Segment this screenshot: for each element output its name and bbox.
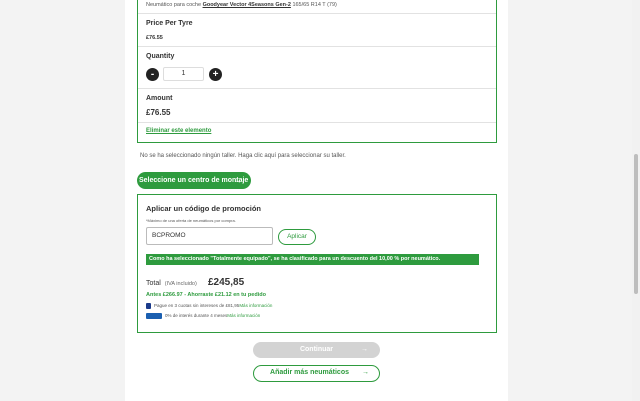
total-label: Total (IVA incluido) xyxy=(146,280,197,287)
arrow-right-icon: → xyxy=(361,346,368,353)
tyre-description: Neumático para coche Goodyear Vector 4Se… xyxy=(146,2,337,8)
tyre-name-link[interactable]: Goodyear Vector 4Seasons Gen-2 xyxy=(203,2,291,8)
iva-note: (IVA incluido) xyxy=(164,281,197,287)
finance-logo-icon xyxy=(146,313,162,319)
cart-item-card: Neumático para coche Goodyear Vector 4Se… xyxy=(137,0,497,143)
promo-card: Aplicar un código de promoción *Máximo d… xyxy=(137,194,497,333)
scrollbar-thumb[interactable] xyxy=(634,154,638,294)
remove-item-link[interactable]: Eliminar este elemento xyxy=(146,128,496,134)
divider xyxy=(138,46,496,47)
select-workshop-button[interactable]: Seleccione un centro de montaje → xyxy=(137,172,251,189)
divider xyxy=(138,13,496,14)
financing-option: 0% de interés durante 4 mesesMás informa… xyxy=(146,313,260,319)
promo-note: *Máximo de una oferta de neumáticos por … xyxy=(146,218,236,223)
savings-text: Antes £266.97 - Ahorraste £21.12 en tu p… xyxy=(146,292,266,298)
continue-button[interactable]: Continuar → xyxy=(253,342,380,358)
quantity-input[interactable]: 1 xyxy=(163,67,204,81)
price-label: Price Per Tyre xyxy=(146,20,193,27)
more-info-link[interactable]: Más información xyxy=(227,313,260,318)
more-info-link[interactable]: Más información xyxy=(239,303,272,308)
select-workshop-label: Seleccione un centro de montaje xyxy=(139,177,249,184)
divider xyxy=(138,122,496,123)
arrow-right-icon: → xyxy=(362,369,369,376)
amount-label: Amount xyxy=(146,95,173,102)
arrow-right-icon: → xyxy=(233,175,242,185)
installment-option: Pague en 3 cuotas sin intereses de £81,9… xyxy=(146,303,272,309)
price-value: £76.55 xyxy=(146,35,163,41)
quantity-label: Quantity xyxy=(146,53,175,60)
workshop-notice[interactable]: No se ha seleccionado ningún taller. Hag… xyxy=(140,153,346,159)
apply-promo-button[interactable]: Aplicar xyxy=(278,229,316,245)
quantity-decrease-button[interactable]: - xyxy=(146,68,159,81)
amount-value: £76.55 xyxy=(146,108,171,117)
divider xyxy=(138,88,496,89)
paypal-icon xyxy=(146,303,151,309)
continue-label: Continuar xyxy=(299,346,334,353)
quantity-increase-button[interactable]: + xyxy=(209,68,222,81)
promo-success-message: Como ha seleccionado "Totalmente equipad… xyxy=(146,254,479,265)
promo-title: Aplicar un código de promoción xyxy=(146,204,262,213)
promo-code-input[interactable]: BCPROMO xyxy=(146,227,273,245)
total-value: £245,85 xyxy=(208,277,245,288)
add-more-tyres-button[interactable]: Añadir más neumáticos → xyxy=(253,365,380,382)
add-more-label: Añadir más neumáticos xyxy=(270,369,349,376)
